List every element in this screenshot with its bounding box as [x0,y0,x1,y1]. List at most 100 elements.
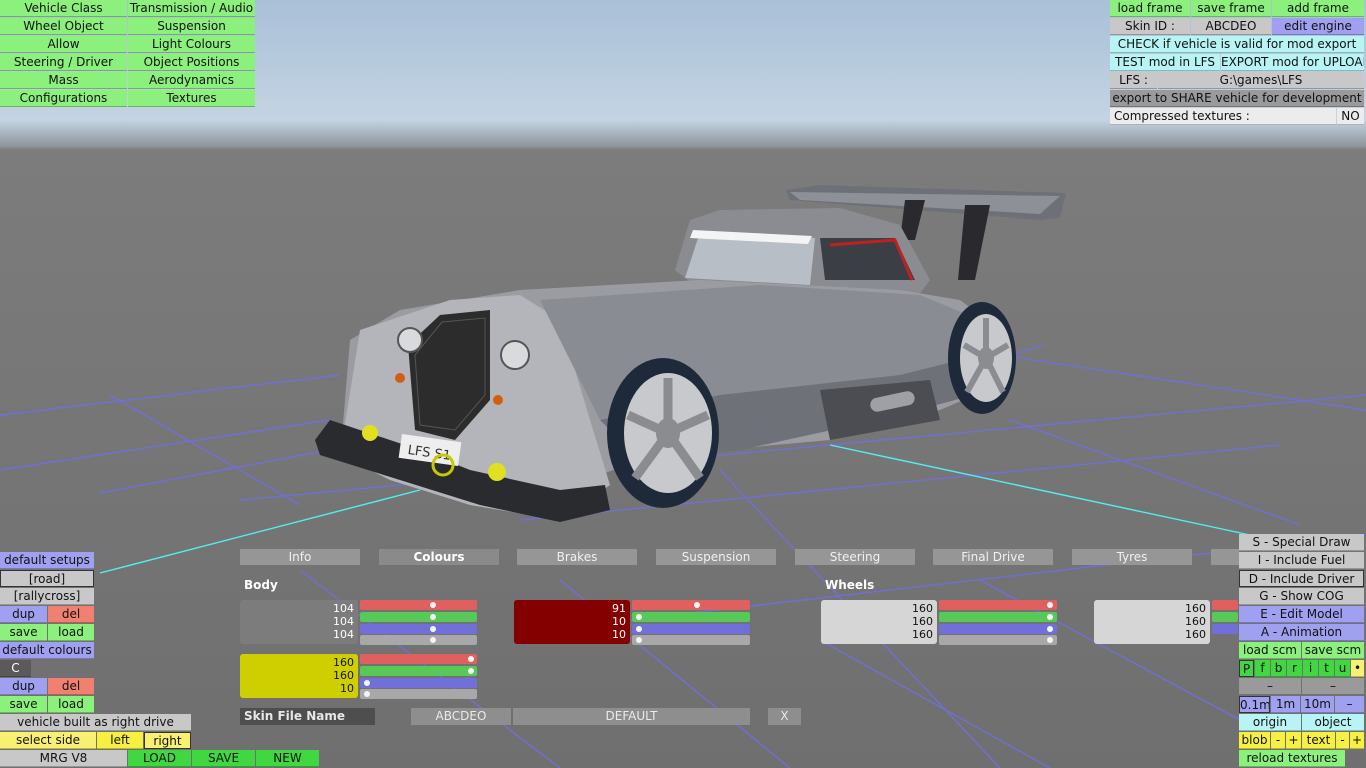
body2-red-slider[interactable] [632,600,750,610]
body3-blue-slider[interactable] [360,678,477,688]
load-frame-button[interactable]: load frame [1110,0,1190,17]
dash-field-2[interactable]: – [1302,678,1364,695]
tab-final-drive[interactable]: Final Drive [933,549,1053,565]
body3-green-slider[interactable] [360,666,477,676]
body3-red-slider[interactable] [360,654,477,664]
step-minus[interactable]: – [1335,696,1364,713]
body2-green-slider[interactable] [632,612,750,622]
skin-close-button[interactable]: X [768,708,801,725]
blob-plus-button[interactable]: + [1286,732,1301,749]
save-frame-button[interactable]: save frame [1191,0,1271,17]
flag-u[interactable]: u [1335,660,1350,677]
wheel2-green-slider[interactable] [1212,612,1238,622]
reload-textures-button[interactable]: reload textures [1239,750,1345,767]
animation-toggle[interactable]: A - Animation [1239,624,1364,641]
wheel2-red-slider[interactable] [1212,600,1238,610]
body1-green-slider[interactable] [360,612,477,622]
flag-f[interactable]: f [1255,660,1270,677]
setup-load-button[interactable]: load [48,624,94,641]
tab-steering[interactable]: Steering [795,549,915,565]
body2-blue-slider[interactable] [632,624,750,634]
save-scm-button[interactable]: save scm [1302,642,1364,659]
lfs-path-field[interactable]: G:\games\LFS [1158,72,1364,89]
origin-button[interactable]: origin [1239,714,1301,731]
tab-info[interactable]: Info [240,549,360,565]
flag-p[interactable]: P [1239,660,1254,677]
compressed-textures-toggle[interactable]: NO [1337,108,1364,125]
show-cog-toggle[interactable]: G - Show COG [1239,588,1364,605]
tab-overflow[interactable] [1211,549,1239,565]
setup-save-button[interactable]: save [0,624,47,641]
include-fuel-toggle[interactable]: I - Include Fuel [1239,552,1364,569]
test-mod-button[interactable]: TEST mod in LFS [1110,54,1220,71]
setup-rallycross[interactable]: [rallycross] [0,588,94,605]
menu-suspension[interactable]: Suspension [128,18,255,35]
colour-del-button[interactable]: del [48,678,94,695]
menu-wheel-object[interactable]: Wheel Object [0,18,127,35]
step-10m[interactable]: 10m [1301,696,1334,713]
body1-alpha-slider[interactable] [360,635,477,645]
menu-transmission-audio[interactable]: Transmission / Audio [128,0,255,17]
export-mod-button[interactable]: EXPORT mod for UPLOAD [1221,54,1364,71]
menu-light-colours[interactable]: Light Colours [128,36,255,53]
flag-i[interactable]: i [1303,660,1318,677]
tab-brakes[interactable]: Brakes [517,549,637,565]
menu-configurations[interactable]: Configurations [0,90,127,107]
blob-minus-button[interactable]: - [1271,732,1285,749]
dash-field-1[interactable]: – [1239,678,1301,695]
colour-load-button[interactable]: load [48,696,94,713]
colour-save-button[interactable]: save [0,696,47,713]
wheel1-green-slider[interactable] [939,612,1057,622]
include-driver-toggle[interactable]: D - Include Driver [1239,570,1364,587]
menu-textures[interactable]: Textures [128,90,255,107]
tab-tyres[interactable]: Tyres [1072,549,1192,565]
setup-road[interactable]: [road] [0,570,94,587]
wheel2-blue-slider[interactable] [1212,624,1238,634]
skin-id-value[interactable]: ABCDEO [1191,18,1271,35]
menu-mass[interactable]: Mass [0,72,127,89]
menu-allow[interactable]: Allow [0,36,127,53]
add-frame-button[interactable]: add frame [1272,0,1364,17]
wheel1-red-slider[interactable] [939,600,1057,610]
menu-vehicle-class[interactable]: Vehicle Class [0,0,127,17]
wheel1-alpha-slider[interactable] [939,635,1057,645]
special-draw-toggle[interactable]: S - Special Draw [1239,534,1364,551]
load-scm-button[interactable]: load scm [1239,642,1301,659]
wheel1-blue-slider[interactable] [939,624,1057,634]
setup-dup-button[interactable]: dup [0,606,47,623]
skin-default-button[interactable]: DEFAULT [513,708,750,725]
colour-set-c[interactable]: C [0,660,31,677]
vehicle-load-button[interactable]: LOAD [128,750,191,767]
flag-b[interactable]: b [1271,660,1286,677]
body3-alpha-slider[interactable] [360,689,477,699]
export-share-button[interactable]: export to SHARE vehicle for development [1110,90,1364,107]
edit-model-toggle[interactable]: E - Edit Model [1239,606,1364,623]
menu-object-positions[interactable]: Object Positions [128,54,255,71]
body1-red-slider[interactable] [360,600,477,610]
body1-blue-slider[interactable] [360,624,477,634]
body2-alpha-slider[interactable] [632,635,750,645]
vehicle-save-button[interactable]: SAVE [192,750,255,767]
step-0-1m[interactable]: 0.1m [1239,696,1270,713]
side-right-button[interactable]: right [144,732,191,749]
vehicle-new-button[interactable]: NEW [256,750,319,767]
skin-file-name-field[interactable]: ABCDEO [411,708,511,725]
flag-dot[interactable]: • [1351,660,1364,677]
setup-del-button[interactable]: del [48,606,94,623]
text-minus-button[interactable]: - [1336,732,1349,749]
step-1m[interactable]: 1m [1271,696,1300,713]
colour-dup-button[interactable]: dup [0,678,47,695]
right-drive-toggle[interactable]: vehicle built as right drive [0,714,191,731]
side-left-button[interactable]: left [97,732,143,749]
menu-aerodynamics[interactable]: Aerodynamics [128,72,255,89]
object-button[interactable]: object [1302,714,1364,731]
menu-steering-driver[interactable]: Steering / Driver [0,54,127,71]
check-valid-button[interactable]: CHECK if vehicle is valid for mod export [1110,36,1364,53]
tab-colours[interactable]: Colours [379,549,499,565]
flag-r[interactable]: r [1287,660,1302,677]
text-plus-button[interactable]: + [1350,732,1364,749]
tab-suspension[interactable]: Suspension [656,549,776,565]
flag-t[interactable]: t [1319,660,1334,677]
vehicle-name-field[interactable]: MRG V8 [0,750,127,767]
edit-engine-button[interactable]: edit engine [1272,18,1364,35]
